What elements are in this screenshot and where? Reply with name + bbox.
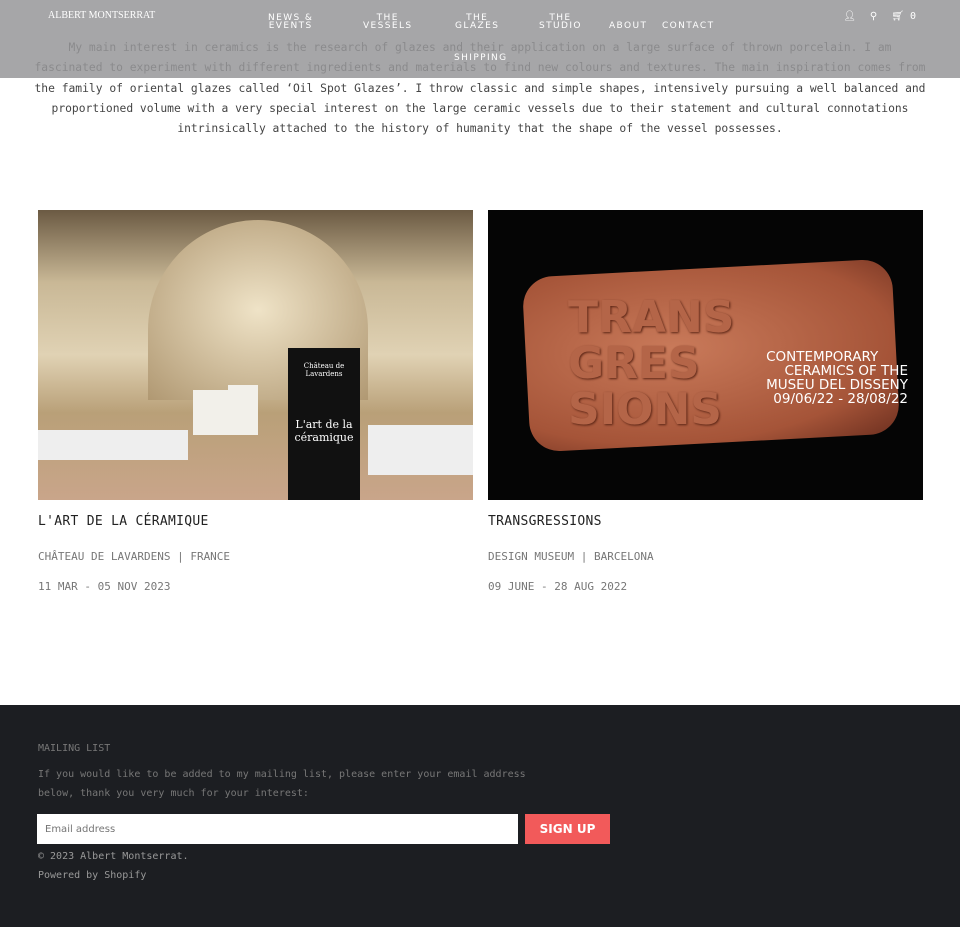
- event-dates: 09 JUNE - 28 AUG 2022: [488, 580, 628, 593]
- nav-glazes[interactable]: THE GLAZES: [455, 14, 499, 31]
- cart-count: 0: [909, 11, 916, 22]
- poster-name: L'art de la céramique: [294, 418, 354, 444]
- mailing-list-text-2: below, thank you very much for your inte…: [38, 788, 309, 799]
- mailing-list-heading: MAILING LIST: [38, 743, 111, 754]
- cart-icon: 🛒︎: [891, 11, 904, 22]
- powered-by-link[interactable]: Powered by Shopify: [38, 870, 146, 881]
- poster-text: CONTEMPORARY CERAMICS OF THE MUSEU DEL D…: [766, 349, 908, 407]
- site-footer: MAILING LIST If you would like to be add…: [0, 705, 960, 927]
- clay-lettering: TRANS GRES SIONS: [568, 292, 735, 435]
- nav-contact[interactable]: CONTACT: [662, 22, 714, 31]
- nav-studio[interactable]: THE STUDIO: [539, 14, 582, 31]
- event-location: CHÂTEAU DE LAVARDENS | FRANCE: [38, 550, 231, 563]
- nav-vessels[interactable]: THE VESSELS: [363, 14, 412, 31]
- event-image-transgressions[interactable]: TRANS GRES SIONS CONTEMPORARY CERAMICS OF …: [488, 210, 923, 500]
- event-image-gallery[interactable]: Château de Lavardens L'art de la céramiq…: [38, 210, 473, 500]
- event-title[interactable]: L'ART DE LA CÉRAMIQUE: [38, 514, 473, 529]
- event-dates: 11 MAR - 05 NOV 2023: [38, 580, 171, 593]
- nav-about[interactable]: ABOUT: [609, 22, 647, 31]
- cart-button[interactable]: 🛒︎ 0: [891, 11, 916, 22]
- copyright: © 2023 Albert Montserrat.: [38, 851, 189, 862]
- email-input[interactable]: [37, 814, 518, 844]
- search-icon[interactable]: ⚲: [870, 11, 877, 22]
- poster-venue: Château de Lavardens: [303, 362, 345, 378]
- account-icon[interactable]: 👤︎: [843, 11, 856, 22]
- site-header: ALBERT MONTSERRAT NEWS & EVENTS THE VESS…: [0, 0, 960, 78]
- event-location: DESIGN MUSEUM | BARCELONA: [488, 550, 654, 563]
- event-card[interactable]: Château de Lavardens L'art de la céramiq…: [38, 210, 473, 593]
- exhibition-poster: Château de Lavardens L'art de la céramiq…: [288, 348, 360, 500]
- event-card[interactable]: TRANS GRES SIONS CONTEMPORARY CERAMICS OF …: [488, 210, 923, 593]
- nav-news-events[interactable]: NEWS & EVENTS: [268, 14, 313, 31]
- nav-shipping[interactable]: SHIPPING: [454, 54, 508, 63]
- event-title[interactable]: TRANSGRESSIONS: [488, 514, 923, 529]
- mailing-list-text: If you would like to be added to my mail…: [38, 769, 526, 780]
- site-logo[interactable]: ALBERT MONTSERRAT: [48, 10, 155, 21]
- sign-up-button[interactable]: SIGN UP: [525, 814, 610, 844]
